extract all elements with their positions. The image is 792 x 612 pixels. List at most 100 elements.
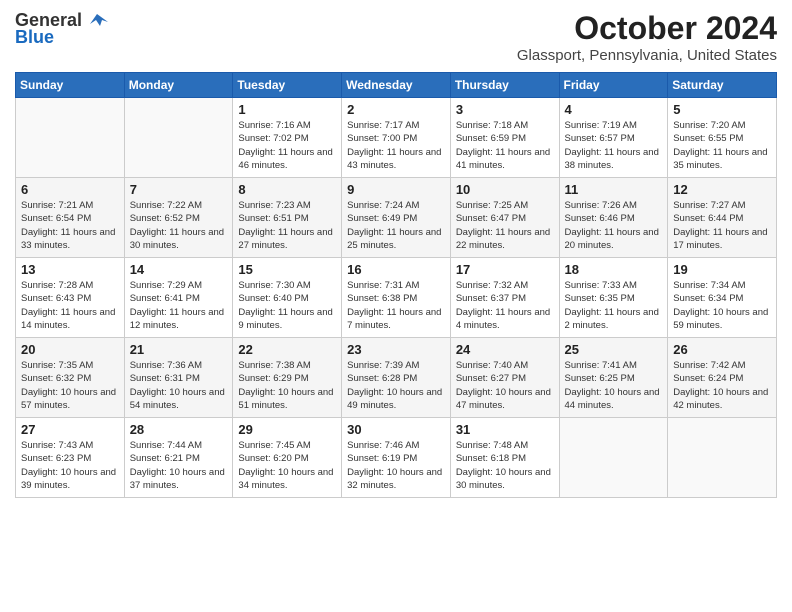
calendar-cell: 29Sunrise: 7:45 AMSunset: 6:20 PMDayligh… [233,418,342,498]
day-detail: Sunrise: 7:20 AMSunset: 6:55 PMDaylight:… [673,120,767,171]
calendar-cell: 17Sunrise: 7:32 AMSunset: 6:37 PMDayligh… [450,258,559,338]
day-number: 13 [21,262,119,277]
day-detail: Sunrise: 7:25 AMSunset: 6:47 PMDaylight:… [456,200,550,251]
calendar-cell: 5Sunrise: 7:20 AMSunset: 6:55 PMDaylight… [668,98,777,178]
calendar-cell: 6Sunrise: 7:21 AMSunset: 6:54 PMDaylight… [16,178,125,258]
day-detail: Sunrise: 7:32 AMSunset: 6:37 PMDaylight:… [456,280,550,331]
calendar-cell: 30 Sunrise: 7:46 AMSunset: 6:19 PMDayligh… [342,418,451,498]
calendar-cell: 20 Sunrise: 7:35 AMSunset: 6:32 PMDayligh… [16,338,125,418]
logo-bird-icon [86,12,108,30]
day-detail: Sunrise: 7:18 AMSunset: 6:59 PMDaylight:… [456,120,550,171]
weekday-header-friday: Friday [559,73,668,98]
calendar-cell: 8 Sunrise: 7:23 AMSunset: 6:51 PMDaylight… [233,178,342,258]
day-number: 23 [347,342,445,357]
calendar-cell: 7Sunrise: 7:22 AMSunset: 6:52 PMDaylight… [124,178,233,258]
day-number: 3 [456,102,554,117]
calendar-cell: 1Sunrise: 7:16 AMSunset: 7:02 PMDaylight… [233,98,342,178]
day-detail: Sunrise: 7:16 AMSunset: 7:02 PMDaylight:… [238,120,332,171]
calendar-cell: 25 Sunrise: 7:41 AMSunset: 6:25 PMDayligh… [559,338,668,418]
calendar-cell: 23 Sunrise: 7:39 AMSunset: 6:28 PMDayligh… [342,338,451,418]
day-detail: Sunrise: 7:46 AMSunset: 6:19 PMDaylight:… [347,440,442,491]
calendar-cell: 24 Sunrise: 7:40 AMSunset: 6:27 PMDayligh… [450,338,559,418]
calendar-cell: 3 Sunrise: 7:18 AMSunset: 6:59 PMDaylight… [450,98,559,178]
day-number: 21 [130,342,228,357]
day-number: 6 [21,182,119,197]
calendar-week-row: 6Sunrise: 7:21 AMSunset: 6:54 PMDaylight… [16,178,777,258]
day-detail: Sunrise: 7:36 AMSunset: 6:31 PMDaylight:… [130,360,225,411]
day-number: 8 [238,182,336,197]
calendar-week-row: 20 Sunrise: 7:35 AMSunset: 6:32 PMDayligh… [16,338,777,418]
day-detail: Sunrise: 7:41 AMSunset: 6:25 PMDaylight:… [565,360,660,411]
day-detail: Sunrise: 7:17 AMSunset: 7:00 PMDaylight:… [347,120,441,171]
calendar-cell [559,418,668,498]
calendar-cell: 10 Sunrise: 7:25 AMSunset: 6:47 PMDayligh… [450,178,559,258]
day-detail: Sunrise: 7:29 AMSunset: 6:41 PMDaylight:… [130,280,224,331]
month-title: October 2024 [517,10,777,47]
day-number: 12 [673,182,771,197]
day-detail: Sunrise: 7:30 AMSunset: 6:40 PMDaylight:… [238,280,332,331]
calendar-cell: 26 Sunrise: 7:42 AMSunset: 6:24 PMDayligh… [668,338,777,418]
calendar-week-row: 13 Sunrise: 7:28 AMSunset: 6:43 PMDayligh… [16,258,777,338]
weekday-header-tuesday: Tuesday [233,73,342,98]
logo: General Blue [15,10,108,48]
day-number: 31 [456,422,554,437]
day-number: 16 [347,262,445,277]
day-number: 19 [673,262,771,277]
calendar-cell: 2 Sunrise: 7:17 AMSunset: 7:00 PMDaylight… [342,98,451,178]
weekday-header-row: SundayMondayTuesdayWednesdayThursdayFrid… [16,73,777,98]
day-detail: Sunrise: 7:44 AMSunset: 6:21 PMDaylight:… [130,440,225,491]
day-number: 18 [565,262,663,277]
calendar-cell: 27 Sunrise: 7:43 AMSunset: 6:23 PMDayligh… [16,418,125,498]
day-detail: Sunrise: 7:43 AMSunset: 6:23 PMDaylight:… [21,440,116,491]
day-detail: Sunrise: 7:40 AMSunset: 6:27 PMDaylight:… [456,360,551,411]
calendar-cell: 31Sunrise: 7:48 AMSunset: 6:18 PMDayligh… [450,418,559,498]
day-detail: Sunrise: 7:26 AMSunset: 6:46 PMDaylight:… [565,200,659,251]
weekday-header-thursday: Thursday [450,73,559,98]
day-detail: Sunrise: 7:19 AMSunset: 6:57 PMDaylight:… [565,120,659,171]
title-block: October 2024 Glassport, Pennsylvania, Un… [517,10,777,64]
weekday-header-monday: Monday [124,73,233,98]
day-detail: Sunrise: 7:28 AMSunset: 6:43 PMDaylight:… [21,280,115,331]
day-detail: Sunrise: 7:42 AMSunset: 6:24 PMDaylight:… [673,360,768,411]
calendar-cell: 4 Sunrise: 7:19 AMSunset: 6:57 PMDaylight… [559,98,668,178]
day-number: 27 [21,422,119,437]
day-number: 26 [673,342,771,357]
weekday-header-sunday: Sunday [16,73,125,98]
day-number: 24 [456,342,554,357]
calendar-week-row: 1Sunrise: 7:16 AMSunset: 7:02 PMDaylight… [16,98,777,178]
weekday-header-wednesday: Wednesday [342,73,451,98]
day-detail: Sunrise: 7:23 AMSunset: 6:51 PMDaylight:… [238,200,332,251]
day-number: 25 [565,342,663,357]
calendar-cell: 13 Sunrise: 7:28 AMSunset: 6:43 PMDayligh… [16,258,125,338]
day-number: 4 [565,102,663,117]
calendar-cell [668,418,777,498]
calendar-cell: 21 Sunrise: 7:36 AMSunset: 6:31 PMDayligh… [124,338,233,418]
calendar-cell [124,98,233,178]
calendar-cell: 16 Sunrise: 7:31 AMSunset: 6:38 PMDayligh… [342,258,451,338]
day-detail: Sunrise: 7:33 AMSunset: 6:35 PMDaylight:… [565,280,659,331]
calendar-cell [16,98,125,178]
calendar-cell: 11 Sunrise: 7:26 AMSunset: 6:46 PMDayligh… [559,178,668,258]
calendar-cell: 9Sunrise: 7:24 AMSunset: 6:49 PMDaylight… [342,178,451,258]
day-number: 10 [456,182,554,197]
day-detail: Sunrise: 7:24 AMSunset: 6:49 PMDaylight:… [347,200,441,251]
calendar-week-row: 27 Sunrise: 7:43 AMSunset: 6:23 PMDayligh… [16,418,777,498]
day-number: 30 [347,422,445,437]
day-detail: Sunrise: 7:31 AMSunset: 6:38 PMDaylight:… [347,280,441,331]
day-number: 29 [238,422,336,437]
day-detail: Sunrise: 7:39 AMSunset: 6:28 PMDaylight:… [347,360,442,411]
day-number: 2 [347,102,445,117]
day-detail: Sunrise: 7:35 AMSunset: 6:32 PMDaylight:… [21,360,116,411]
day-number: 15 [238,262,336,277]
page-header: General Blue October 2024 Glassport, Pen… [15,10,777,64]
day-number: 11 [565,182,663,197]
day-detail: Sunrise: 7:38 AMSunset: 6:29 PMDaylight:… [238,360,333,411]
calendar-cell: 12Sunrise: 7:27 AMSunset: 6:44 PMDayligh… [668,178,777,258]
day-number: 28 [130,422,228,437]
calendar-cell: 19Sunrise: 7:34 AMSunset: 6:34 PMDayligh… [668,258,777,338]
weekday-header-saturday: Saturday [668,73,777,98]
calendar-cell: 14Sunrise: 7:29 AMSunset: 6:41 PMDayligh… [124,258,233,338]
calendar-cell: 28 Sunrise: 7:44 AMSunset: 6:21 PMDayligh… [124,418,233,498]
day-number: 20 [21,342,119,357]
logo-blue: Blue [15,27,54,48]
